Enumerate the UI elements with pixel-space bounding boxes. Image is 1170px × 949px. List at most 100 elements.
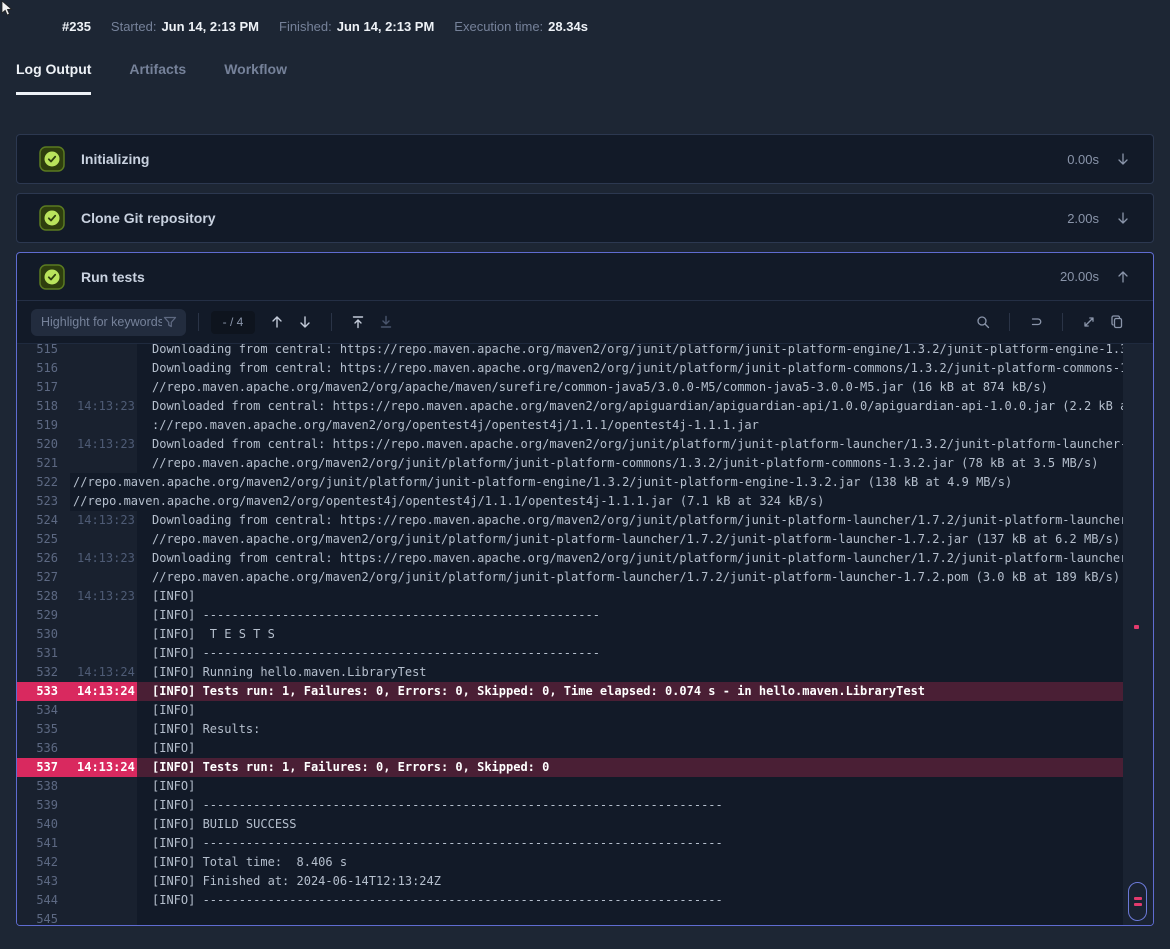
line-text: [INFO]	[137, 587, 1153, 606]
line-number: 528	[17, 587, 70, 606]
line-number: 518	[17, 397, 70, 416]
line-timestamp	[70, 891, 137, 910]
match-marker-dot	[1134, 625, 1139, 629]
log-line: 521//repo.maven.apache.org/maven2/org/ju…	[17, 454, 1153, 473]
step-header-run-tests[interactable]: Run tests 20.00s	[17, 253, 1153, 301]
log-line: 545	[17, 910, 1153, 925]
line-number: 537	[17, 758, 70, 777]
log-line: 525//repo.maven.apache.org/maven2/org/ju…	[17, 530, 1153, 549]
line-number: 522	[17, 473, 70, 492]
line-timestamp	[70, 796, 137, 815]
soft-wrap-icon	[1028, 314, 1044, 330]
line-number: 515	[17, 344, 70, 359]
finished-value: Jun 14, 2:13 PM	[337, 19, 435, 34]
line-text: //repo.maven.apache.org/maven2/org/junit…	[137, 568, 1153, 587]
line-number: 520	[17, 435, 70, 454]
log-line: 527 //repo.maven.apache.org/maven2/org/ju…	[17, 568, 1153, 587]
line-text	[137, 910, 1153, 925]
previous-match-button[interactable]	[263, 308, 291, 336]
scroll-to-bottom-icon	[378, 314, 394, 330]
copy-log-button[interactable]	[1103, 308, 1131, 336]
line-number: 545	[17, 910, 70, 925]
tab-artifacts[interactable]: Artifacts	[129, 61, 186, 95]
line-text: [INFO] ---------------------------------…	[137, 834, 1153, 853]
fullscreen-button[interactable]	[1075, 308, 1103, 336]
log-line: 536[INFO]	[17, 739, 1153, 758]
line-text: Downloading from central: https://repo.m…	[137, 511, 1153, 530]
log-scrollbar-track[interactable]	[1123, 344, 1153, 925]
line-timestamp: 14:13:23	[70, 587, 137, 606]
line-timestamp	[70, 910, 137, 925]
log-viewport[interactable]: 515 Downloading from central: https://rep…	[17, 344, 1153, 925]
run-number: #235	[62, 19, 91, 34]
line-number: 533	[17, 682, 70, 701]
copy-icon	[1109, 314, 1125, 330]
line-number: 516	[17, 359, 70, 378]
line-text: [INFO] Total time: 8.406 s	[137, 853, 1153, 872]
line-timestamp	[70, 872, 137, 891]
line-number: 526	[17, 549, 70, 568]
next-match-button[interactable]	[291, 308, 319, 336]
chevron-down-icon[interactable]	[1115, 151, 1131, 167]
log-line: 540[INFO] BUILD SUCCESS	[17, 815, 1153, 834]
log-line-highlighted: 53314:13:24[INFO] Tests run: 1, Failures…	[17, 682, 1153, 701]
step-card-initializing: Initializing 0.00s	[16, 134, 1154, 184]
step-card-clone-git-repository: Clone Git repository 2.00s	[16, 193, 1154, 243]
line-text: [INFO] Tests run: 1, Failures: 0, Errors…	[137, 758, 1153, 777]
line-number: 523	[17, 492, 70, 511]
soft-wrap-button[interactable]	[1022, 308, 1050, 336]
line-text: [INFO] ---------------------------------…	[137, 644, 1153, 663]
chevron-up-icon[interactable]	[1115, 269, 1131, 285]
scroll-to-bottom-button[interactable]	[372, 308, 400, 336]
started-value: Jun 14, 2:13 PM	[161, 19, 259, 34]
step-header-initializing[interactable]: Initializing 0.00s	[17, 135, 1153, 183]
line-text: //repo.maven.apache.org/maven2/org/apach…	[137, 378, 1153, 397]
line-number: 544	[17, 891, 70, 910]
line-text: [INFO] Tests run: 1, Failures: 0, Errors…	[137, 682, 1153, 701]
match-counter: - / 4	[211, 311, 255, 334]
started-label: Started:	[111, 19, 157, 34]
toolbar-divider	[198, 313, 199, 331]
toolbar-divider	[1009, 313, 1010, 331]
search-button[interactable]	[969, 308, 997, 336]
log-line: 535[INFO] Results:	[17, 720, 1153, 739]
scrollbar-thumb[interactable]	[1128, 882, 1147, 921]
log-line: 541[INFO] ------------------------------…	[17, 834, 1153, 853]
line-timestamp: 14:13:24	[70, 682, 137, 701]
step-duration: 20.00s	[1060, 269, 1099, 284]
log-line-highlighted: 53714:13:24[INFO] Tests run: 1, Failures…	[17, 758, 1153, 777]
line-timestamp	[70, 568, 137, 587]
highlight-keywords-input[interactable]: Highlight for keywords	[31, 309, 186, 336]
line-text: Downloaded from central: https://repo.ma…	[137, 397, 1153, 416]
log-line: 522//repo.maven.apache.org/maven2/org/ju…	[17, 473, 1153, 492]
line-timestamp	[70, 378, 137, 397]
line-text: [INFO] ---------------------------------…	[137, 891, 1153, 910]
line-timestamp	[70, 701, 137, 720]
log-line: 52014:13:23Downloaded from central: http…	[17, 435, 1153, 454]
line-number: 538	[17, 777, 70, 796]
line-number: 519	[17, 416, 70, 435]
line-text: [INFO]	[137, 777, 1153, 796]
scroll-to-top-button[interactable]	[344, 308, 372, 336]
line-timestamp	[70, 644, 137, 663]
line-timestamp: 14:13:23	[70, 549, 137, 568]
line-text: //repo.maven.apache.org/maven2/org/junit…	[70, 473, 1153, 492]
line-number: 517	[17, 378, 70, 397]
tab-workflow[interactable]: Workflow	[224, 61, 287, 95]
execution-time-value: 28.34s	[548, 19, 588, 34]
line-number: 540	[17, 815, 70, 834]
tab-log-output[interactable]: Log Output	[16, 61, 91, 95]
line-timestamp	[70, 625, 137, 644]
execution-time-label: Execution time:	[454, 19, 543, 34]
step-header-clone-git-repository[interactable]: Clone Git repository 2.00s	[17, 194, 1153, 242]
line-number: 532	[17, 663, 70, 682]
success-check-icon	[39, 264, 65, 290]
step-duration: 2.00s	[1067, 211, 1099, 226]
line-number: 527	[17, 568, 70, 587]
chevron-down-icon[interactable]	[1115, 210, 1131, 226]
line-timestamp: 14:13:23	[70, 397, 137, 416]
highlight-keywords-placeholder: Highlight for keywords	[41, 315, 162, 329]
step-duration: 0.00s	[1067, 152, 1099, 167]
arrow-down-icon	[297, 314, 313, 330]
line-text: [INFO]	[137, 701, 1153, 720]
